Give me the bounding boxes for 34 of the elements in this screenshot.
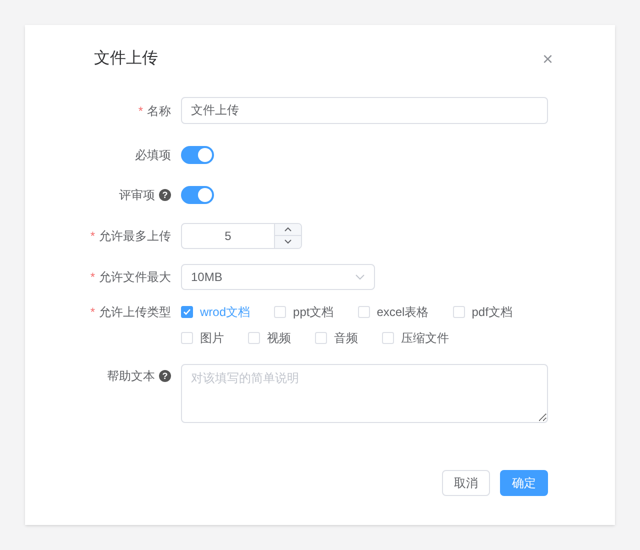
field-label: 允许上传类型 — [99, 304, 171, 321]
stepper-value: 5 — [224, 228, 232, 244]
chevron-up-icon — [284, 226, 292, 232]
check-icon — [183, 308, 191, 316]
required-mark: * — [90, 268, 95, 286]
field-label: 必填项 — [135, 147, 171, 164]
dialog-title: 文件上传 — [94, 48, 158, 69]
file-type-checkbox[interactable]: 压缩文件 — [382, 330, 449, 346]
file-type-checkbox[interactable]: excel表格 — [358, 304, 429, 320]
number-stepper[interactable]: 5 — [181, 222, 302, 248]
file-type-checkbox[interactable]: pdf文档 — [452, 304, 512, 320]
field-label: 评审项 — [119, 187, 155, 204]
required-mark: * — [90, 304, 95, 321]
field-label: 允许文件最大 — [99, 268, 171, 286]
field-label: 允许最多上传 — [99, 228, 171, 244]
required-mark: * — [138, 102, 143, 120]
toggle-switch[interactable] — [181, 146, 214, 164]
close-button[interactable]: × — [542, 50, 553, 68]
help-text-field[interactable]: 对该填写的简单说明 — [181, 364, 548, 423]
help-icon: ? — [159, 370, 171, 382]
file-type-checkbox[interactable]: 视频 — [248, 330, 291, 346]
file-type-checkbox[interactable]: 音频 — [315, 330, 358, 346]
help-icon: ? — [159, 189, 171, 201]
chevron-down-icon — [284, 239, 292, 244]
toggle-switch[interactable] — [181, 186, 214, 204]
name-field[interactable]: 文件上传 — [181, 97, 548, 124]
cancel-button[interactable]: 取消 — [442, 470, 490, 496]
file-type-checkbox[interactable]: ppt文档 — [274, 304, 334, 320]
file-type-checkbox[interactable]: 图片 — [181, 330, 224, 346]
required-mark: * — [90, 228, 95, 244]
field-label: 帮助文本 — [107, 368, 155, 385]
field-label: 名称 — [147, 102, 171, 120]
size-select[interactable]: 10MB — [181, 264, 375, 290]
chevron-down-icon — [355, 274, 365, 280]
